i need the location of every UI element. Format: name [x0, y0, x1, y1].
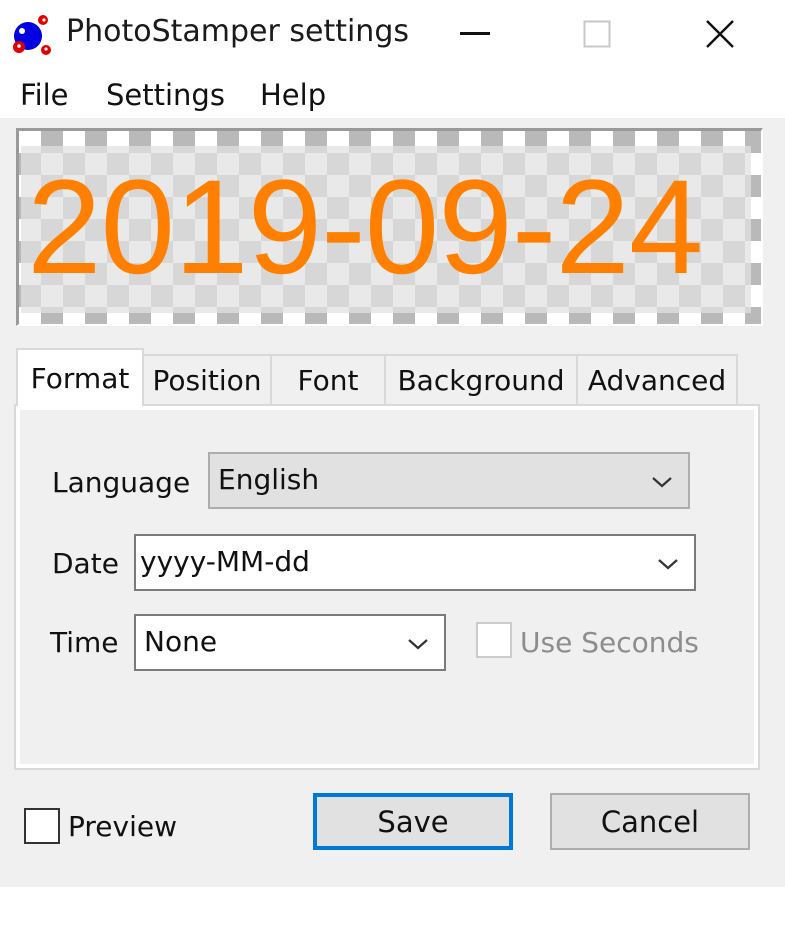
chevron-down-icon [658, 559, 678, 570]
dialog-client-area: 2019-09-24 Format Position Font Backgrou… [0, 118, 785, 887]
tab-background[interactable]: Background [384, 354, 578, 404]
menu-settings[interactable]: Settings [106, 78, 225, 112]
minimize-button[interactable] [420, 0, 530, 68]
preview-checkbox-label: Preview [68, 810, 177, 843]
tab-format[interactable]: Format [16, 348, 144, 406]
menu-help[interactable]: Help [260, 78, 326, 112]
language-label: Language [52, 466, 191, 499]
chevron-down-icon [408, 639, 428, 650]
stamp-preview: 2019-09-24 [16, 128, 763, 326]
stamp-preview-text: 2019-09-24 [27, 153, 703, 302]
maximize-icon [583, 20, 611, 48]
language-value: English [218, 463, 320, 496]
tab-font[interactable]: Font [270, 354, 386, 404]
date-format-value: yyyy-MM-dd [140, 545, 310, 578]
time-label: Time [50, 626, 119, 659]
tab-advanced[interactable]: Advanced [576, 354, 738, 404]
use-seconds-label: Use Seconds [520, 626, 699, 659]
chevron-down-icon [652, 477, 672, 488]
use-seconds-checkbox[interactable] [476, 622, 512, 658]
tab-position[interactable]: Position [142, 354, 272, 404]
close-button[interactable] [665, 0, 775, 68]
maximize-button[interactable] [542, 0, 652, 68]
time-format-dropdown[interactable]: None [134, 614, 446, 671]
close-icon [706, 20, 734, 48]
save-button[interactable]: Save [313, 793, 513, 850]
cancel-button[interactable]: Cancel [550, 793, 750, 850]
menu-file[interactable]: File [20, 78, 69, 112]
format-tab-panel: Language English Date yyyy-MM-dd Time No… [14, 404, 760, 770]
preview-checkbox[interactable] [24, 808, 60, 844]
menu-bar: File Settings Help [0, 68, 785, 118]
title-bar: PhotoStamper settings [0, 0, 785, 68]
window-title: PhotoStamper settings [66, 14, 409, 49]
date-label: Date [52, 547, 119, 580]
time-format-value: None [144, 625, 218, 658]
date-format-combobox[interactable]: yyyy-MM-dd [134, 534, 696, 591]
language-dropdown[interactable]: English [208, 452, 690, 509]
minimize-icon [460, 32, 490, 35]
photostamper-molecule-icon [13, 15, 51, 55]
